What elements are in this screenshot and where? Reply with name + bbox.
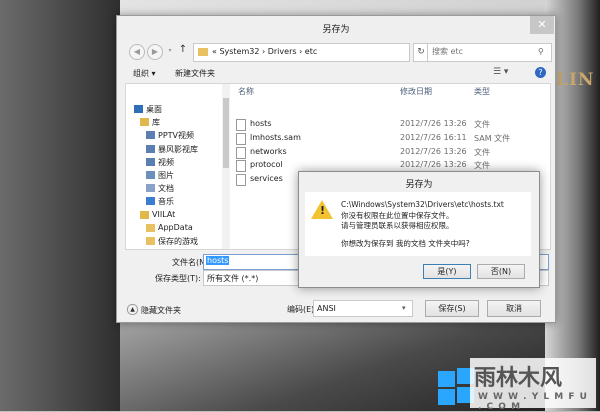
watermark-title: 雨林木风	[474, 366, 563, 391]
yes-button[interactable]: 是(Y)	[423, 264, 471, 279]
dialog-footer: ▲ 隐藏文件夹 编码(E): ANSI ▾ 保存(S) 取消	[117, 290, 555, 322]
column-header-name[interactable]: 名称	[238, 86, 254, 97]
file-name: lmhosts.sam	[250, 132, 301, 142]
filetype-label: 保存类型(T):	[155, 274, 201, 283]
message-body: ! C:\Windows\System32\Drivers\etc\hosts.…	[305, 192, 531, 256]
sidebar-item-label: 暴风影视库	[158, 144, 198, 154]
chevron-up-icon[interactable]: ▲	[127, 304, 138, 315]
user-folder-icon	[140, 210, 149, 219]
file-icon	[236, 119, 246, 131]
encoding-value: ANSI	[317, 304, 336, 313]
close-button[interactable]: ✕	[530, 16, 554, 34]
encoding-select[interactable]: ANSI ▾	[313, 300, 413, 317]
search-box[interactable]: ⚲	[427, 43, 552, 62]
sidebar-item-label: PPTV视频	[158, 131, 195, 141]
sidebar-item-label: 保存的游戏	[158, 237, 198, 246]
file-icon	[236, 146, 246, 159]
help-icon[interactable]: ?	[535, 67, 546, 78]
file-type: 文件	[474, 161, 490, 171]
sidebar-item-label: 图片	[158, 171, 174, 180]
folder-icon	[198, 48, 208, 56]
save-button[interactable]: 保存(S)	[425, 300, 479, 317]
video-library-icon	[146, 157, 155, 166]
view-options-icon[interactable]: ☰ ▾	[493, 67, 508, 77]
file-icon	[236, 132, 246, 145]
back-arrow-icon[interactable]: ◀	[129, 44, 145, 60]
file-icon	[236, 174, 246, 187]
file-type: 文件	[474, 120, 490, 129]
up-arrow-icon[interactable]: ↑	[177, 44, 189, 58]
file-type: 文件	[474, 147, 490, 157]
file-row[interactable]: lmhosts.sam 2012/7/26 16:11 SAM 文件	[232, 132, 532, 145]
library-icon	[140, 118, 149, 127]
pictures-icon	[146, 171, 155, 179]
search-input[interactable]	[432, 46, 532, 57]
video-library-icon	[146, 131, 155, 140]
music-icon	[146, 197, 155, 206]
sidebar-item-label: AppData	[158, 222, 193, 232]
search-icon[interactable]: ⚲	[538, 47, 544, 56]
background-left-shade	[0, 0, 120, 411]
sidebar-item-label: 视频	[158, 157, 174, 167]
file-name: services	[250, 174, 283, 184]
history-dropdown-icon[interactable]: ▾	[163, 44, 177, 58]
file-row[interactable]: networks 2012/7/26 13:26 文件	[232, 146, 532, 159]
permission-message-box: 另存为 ! C:\Windows\System32\Drivers\etc\ho…	[298, 171, 540, 288]
message-title: 另存为	[405, 180, 433, 190]
sidebar-item-label: 文档	[158, 184, 174, 194]
file-date: 2012/7/26 13:26	[400, 160, 467, 170]
sidebar-item-label: VIILAt	[152, 209, 176, 219]
file-date: 2012/7/26 16:11	[400, 132, 467, 142]
address-path: « System32 › Drivers › etc	[212, 47, 318, 56]
warning-exclamation: !	[320, 204, 326, 217]
organize-menu[interactable]: 组织 ▾	[133, 68, 156, 79]
desktop-icon	[134, 105, 143, 113]
scrollbar-thumb[interactable]	[223, 98, 229, 168]
cancel-button[interactable]: 取消	[487, 300, 541, 317]
message-line-2: 请与管理员联系以获得相应权限。	[341, 221, 454, 230]
file-name: networks	[250, 146, 287, 156]
file-icon	[236, 160, 246, 173]
sidebar-item-label: 桌面	[146, 105, 162, 114]
file-date: 2012/7/26 13:26	[400, 146, 467, 156]
navigation-tree: 桌面库 PPTV视频 暴风影视库视频图片文档音乐 VIILAt AppData 保存的游戏…	[126, 84, 221, 249]
filetype-value: 所有文件 (*.*)	[207, 274, 259, 283]
column-header-type[interactable]: 类型	[474, 86, 490, 97]
filename-value[interactable]: hosts	[206, 256, 230, 265]
file-row[interactable]: hosts 2012/7/26 13:26 文件	[232, 118, 532, 131]
sidebar-item-label: 音乐	[158, 197, 174, 207]
file-name: hosts	[250, 119, 272, 128]
documents-icon	[146, 184, 155, 193]
no-button[interactable]: 否(N)	[477, 264, 525, 279]
watermark: 雨林木风 W W W . Y L M F U . C O M	[470, 358, 596, 412]
background-brand-text: LIN	[556, 70, 595, 90]
file-name: protocol	[250, 160, 283, 170]
message-path: C:\Windows\System32\Drivers\etc\hosts.tx…	[341, 200, 504, 209]
address-bar[interactable]: « System32 › Drivers › etc ▾	[193, 43, 459, 62]
watermark-url: W W W . Y L M F U . C O M	[478, 392, 588, 412]
folder-icon	[146, 237, 155, 245]
navigation-bar: ◀ ▶ ▾ ↑ « System32 › Drivers › etc ▾ ↻ ⚲	[125, 42, 552, 62]
hide-folders-label[interactable]: 隐藏文件夹	[141, 305, 181, 316]
new-folder-button[interactable]: 新建文件夹	[175, 68, 215, 79]
folder-icon	[146, 223, 155, 232]
forward-arrow-icon[interactable]: ▶	[147, 44, 163, 60]
navigation-scrollbar[interactable]	[222, 84, 230, 249]
video-library-icon	[146, 144, 155, 153]
sidebar-item-label: 库	[152, 118, 160, 128]
chevron-down-icon[interactable]: ▾	[402, 304, 406, 312]
column-header-date[interactable]: 修改日期	[400, 86, 432, 97]
sidebar-item-label: 联系人	[158, 249, 182, 250]
command-bar: 组织 ▾ 新建文件夹 ☰ ▾ ?	[117, 65, 555, 81]
dialog-title: 另存为	[322, 25, 350, 35]
dialog-titlebar[interactable]: 另存为 ✕	[117, 16, 555, 40]
file-type: SAM 文件	[474, 133, 511, 143]
file-date: 2012/7/26 13:26	[400, 119, 467, 128]
message-question: 你想改为保存到 我的文档 文件夹中吗?	[341, 239, 470, 248]
